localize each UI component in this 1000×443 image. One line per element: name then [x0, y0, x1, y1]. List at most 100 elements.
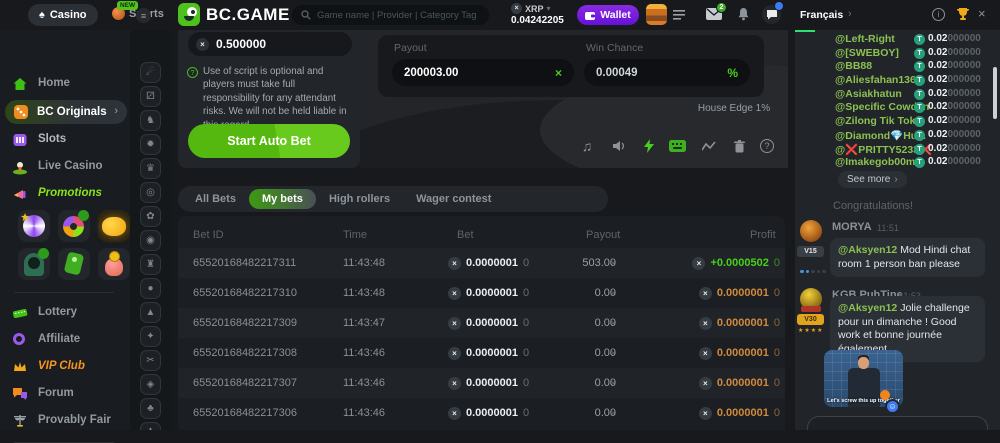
winner-row[interactable]: @BB88 T 0.02000000 [795, 60, 1000, 74]
casino-tab[interactable]: ♠ Casino [28, 4, 98, 26]
sidebar-item-affiliate[interactable]: Affiliate [0, 331, 130, 351]
table-row[interactable]: 65520168482217309 11:43:47 ×0.00000010 0… [178, 308, 785, 338]
profit-cell: ×0.00000010 [699, 338, 780, 368]
chat-input[interactable] [807, 416, 988, 430]
sidebar-item-live-casino[interactable]: Live Casino [0, 158, 130, 178]
payout-input[interactable]: 200003.00 × [392, 59, 574, 86]
table-row[interactable]: 65520168482217311 11:43:48 ×0.00000010 5… [178, 248, 785, 278]
disclaimer-text: Use of script is optional and players mu… [203, 66, 347, 131]
bets-tab[interactable]: Wager contest [403, 189, 504, 209]
bets-tab[interactable]: All Bets [182, 189, 249, 209]
winner-row[interactable]: @[SWEBOY] T 0.02000000 [795, 47, 1000, 61]
contest-button[interactable] [956, 7, 970, 21]
xrp-coin-icon: × [511, 3, 522, 14]
table-row[interactable]: 65520168482217306 11:43:46 ×0.00000010 0… [178, 398, 785, 428]
game-crash-icon[interactable]: ♞ [140, 110, 161, 131]
bet-list-icon[interactable] [673, 10, 685, 20]
sound-button[interactable] [609, 137, 627, 155]
avatar[interactable] [646, 4, 667, 25]
see-more-button[interactable]: See more › [838, 171, 907, 188]
chat-room-language[interactable]: Français [800, 9, 843, 21]
avatar[interactable] [800, 220, 822, 242]
sidebar-item-forum[interactable]: Forum [0, 385, 130, 405]
winner-row[interactable]: @Zilong Tik Tok T 0.02000000 [795, 115, 1000, 129]
winner-row[interactable]: @Specific Cowden T 0.02000000 [795, 101, 1000, 115]
chevron-right-icon[interactable]: › [848, 8, 852, 20]
turbo-button[interactable] [640, 137, 658, 155]
game-tower-icon[interactable]: ▲ [140, 302, 161, 323]
piggy-bonus-promo[interactable] [98, 210, 130, 242]
winner-row[interactable]: @Left-Right T 0.02000000 [795, 33, 1000, 47]
sidebar-item-label: Live Casino [38, 160, 103, 172]
cash-tag-promo[interactable] [58, 248, 90, 280]
game-egg-icon[interactable]: ✿ [140, 206, 161, 227]
logo[interactable]: BC.GAME [178, 3, 290, 26]
mystery-hoodie-promo[interactable] [18, 248, 50, 280]
trash-icon [734, 140, 745, 153]
sidebar-item-home[interactable]: Home [0, 75, 130, 95]
congratulations-text: Congratulations! [833, 200, 913, 212]
chat-username[interactable]: MORYA [832, 221, 872, 233]
winner-row[interactable]: @Aliesfahan1363 T 0.02000000 [795, 74, 1000, 88]
forum-icon [12, 386, 28, 402]
chat-scrollbar[interactable] [993, 67, 997, 119]
profit-cell: ×+0.00005020 [692, 248, 780, 278]
winner-row[interactable]: @Asiakhatun T 0.02000000 [795, 88, 1000, 102]
bets-tab[interactable]: My bets [249, 189, 316, 209]
sidebar-item-promotions[interactable]: Promotions [0, 185, 130, 205]
bets-tab[interactable]: High rollers [316, 189, 403, 209]
collapse-menu-button[interactable]: ≡ [136, 8, 151, 23]
sidebar-item-bc-originals[interactable]: BC Originals › [5, 100, 127, 124]
wallet-button[interactable]: Wallet [577, 5, 639, 25]
game-twist-icon[interactable]: ✦ [140, 326, 161, 347]
game-keno-icon[interactable]: ● [140, 278, 161, 299]
notifications-button[interactable] [737, 7, 750, 21]
game-knife-icon[interactable]: ✂ [140, 350, 161, 371]
winner-row[interactable]: @Diamond💎Hu... T 0.02000000 [795, 129, 1000, 143]
game-fish-icon[interactable]: ♟ [140, 422, 161, 430]
music-button[interactable]: ♫ [578, 137, 596, 155]
mention[interactable]: @Aksyen12 [838, 244, 897, 256]
game-roulette-icon[interactable]: ♣ [140, 398, 161, 419]
trends-button[interactable] [700, 137, 718, 155]
chat-rules-button[interactable]: i [932, 8, 945, 21]
bet-amount-input[interactable]: × 0.500000 [188, 32, 352, 56]
emoji-reaction-button[interactable]: ☺ [885, 399, 900, 414]
casino-tab-label: Casino [50, 9, 87, 21]
sidebar: Home BC Originals › Slots Live Casino Pr… [0, 30, 130, 430]
game-coinflip-icon[interactable]: ◉ [140, 230, 161, 251]
lottery-ticket-icon [12, 305, 28, 321]
table-row[interactable]: 65520168482217307 11:43:46 ×0.00000010 0… [178, 368, 785, 398]
clear-button[interactable] [730, 137, 748, 155]
xrp-coin-icon: × [448, 347, 461, 360]
sidebar-item-slots[interactable]: Slots [0, 131, 130, 151]
sidebar-item-provably-fair[interactable]: Provably Fair [0, 412, 130, 432]
close-chat-button[interactable]: × [978, 6, 986, 21]
winner-username: @Aliesfahan1363 [835, 74, 922, 86]
lucky-wheel-promo[interactable] [58, 210, 90, 242]
game-hilo-icon[interactable]: ♜ [140, 254, 161, 275]
sidebar-item-label: Lottery [38, 306, 77, 318]
sidebar-item-lottery[interactable]: Lottery [0, 304, 130, 324]
coin-master-promo[interactable] [98, 248, 130, 280]
game-limbo-icon[interactable]: ☄ [140, 62, 161, 83]
mention[interactable]: @Aksyen12 [838, 302, 897, 314]
game-magic-hat-icon[interactable]: ♛ [140, 158, 161, 179]
game-gem-icon[interactable]: ◈ [140, 374, 161, 395]
search-input[interactable]: Game name | Provider | Category Tag [292, 5, 489, 25]
hotkeys-button[interactable] [668, 137, 686, 155]
help-button[interactable]: ? [758, 137, 776, 155]
winner-row[interactable]: @Imakegob00m... T 0.02000000 [795, 156, 1000, 170]
winner-row[interactable]: @❌PRITTY5233❌ T 0.02000000 [795, 143, 1000, 157]
win-chance-input[interactable]: 0.00049 % [584, 59, 750, 86]
table-row[interactable]: 65520168482217308 11:43:46 ×0.00000010 0… [178, 338, 785, 368]
game-plinko-icon[interactable]: ◎ [140, 182, 161, 203]
table-row[interactable]: 65520168482217310 11:43:48 ×0.00000010 0… [178, 278, 785, 308]
start-auto-bet-button[interactable]: Start Auto Bet [188, 124, 350, 158]
sidebar-item-vip-club[interactable]: VIP Club [0, 358, 130, 378]
game-classic-dice-icon[interactable]: ⚂ [140, 86, 161, 107]
balance-selector[interactable]: × XRP ▾ 0.04242205 [511, 3, 564, 26]
spiral-wheel-promo[interactable] [18, 210, 50, 242]
game-mines-icon[interactable]: ✹ [140, 134, 161, 155]
promotions-icon [12, 186, 28, 202]
